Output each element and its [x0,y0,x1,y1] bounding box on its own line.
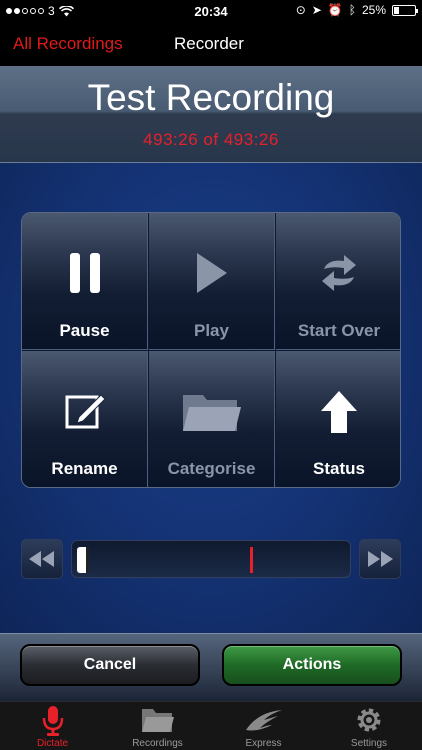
battery-percent: 25% [361,3,386,17]
tab-settings-label: Settings [350,738,388,749]
scrub-track[interactable] [71,540,351,578]
tab-bar: Dictate Recordings Express Settings [0,701,422,750]
rename-icon [22,391,147,431]
folder-icon [105,706,210,734]
scrub-handle[interactable] [77,547,89,573]
orientation-lock-icon: ⊙ [295,3,306,17]
recording-header: Test Recording 493:26 of 493:26 [0,66,422,163]
tab-express-label: Express [245,738,282,749]
status-button[interactable]: Status [276,351,400,487]
alarm-icon: ⏰ [327,3,343,17]
pause-icon [22,253,147,293]
pause-button[interactable]: Pause [22,213,148,350]
time-separator: of [203,130,219,149]
tab-dictate-label: Dictate [36,738,69,749]
tab-express[interactable]: Express [211,702,316,750]
rewind-button[interactable] [21,539,63,579]
tab-recordings-label: Recordings [132,738,183,749]
rename-label: Rename [51,459,118,478]
actions-button[interactable]: Actions [222,644,402,686]
fast-forward-icon [368,551,393,567]
position-marker [249,547,253,573]
recorder-main: Pause Play Start Over Rename Categorise … [0,163,422,633]
play-icon [149,253,274,293]
status-bar: 3 20:34 ⊙ ➤ ⏰ ᛒ 25% [0,0,422,22]
microphone-icon [0,706,105,736]
rename-button[interactable]: Rename [22,351,148,487]
status-label: Status [313,459,365,478]
bottom-action-bar: Cancel Actions [0,633,422,701]
tab-dictate[interactable]: Dictate [0,702,105,750]
gear-icon [316,706,422,734]
fast-forward-button[interactable] [359,539,401,579]
start-over-button[interactable]: Start Over [276,213,400,350]
tab-recordings[interactable]: Recordings [105,702,210,750]
recording-time: 493:26 of 493:26 [0,130,422,150]
rewind-icon [29,551,54,567]
location-icon: ➤ [311,3,322,17]
tab-settings[interactable]: Settings [316,702,422,750]
start-over-icon [276,253,400,293]
control-grid: Pause Play Start Over Rename Categorise … [21,212,401,488]
categorise-label: Categorise [167,459,256,478]
all-recordings-back-button[interactable]: All Recordings [13,34,123,54]
categorise-button[interactable]: Categorise [149,351,275,487]
folder-icon [149,391,274,435]
navigation-bar: All Recordings Recorder [0,22,422,66]
recording-title: Test Recording [87,77,335,118]
express-wing-icon [211,706,316,734]
start-over-label: Start Over [297,321,381,340]
bluetooth-icon: ᛒ [348,3,356,17]
up-arrow-icon [276,391,400,433]
battery-icon [392,4,418,16]
play-label: Play [194,321,229,340]
status-right-group: ⊙ ➤ ⏰ ᛒ 25% [295,3,418,17]
time-total: 493:26 [223,130,279,149]
playback-scrubber [21,539,401,579]
time-current: 493:26 [143,130,199,149]
nav-title: Recorder [174,34,244,53]
play-button[interactable]: Play [149,213,275,350]
pause-label: Pause [59,321,110,340]
cancel-button[interactable]: Cancel [20,644,200,686]
